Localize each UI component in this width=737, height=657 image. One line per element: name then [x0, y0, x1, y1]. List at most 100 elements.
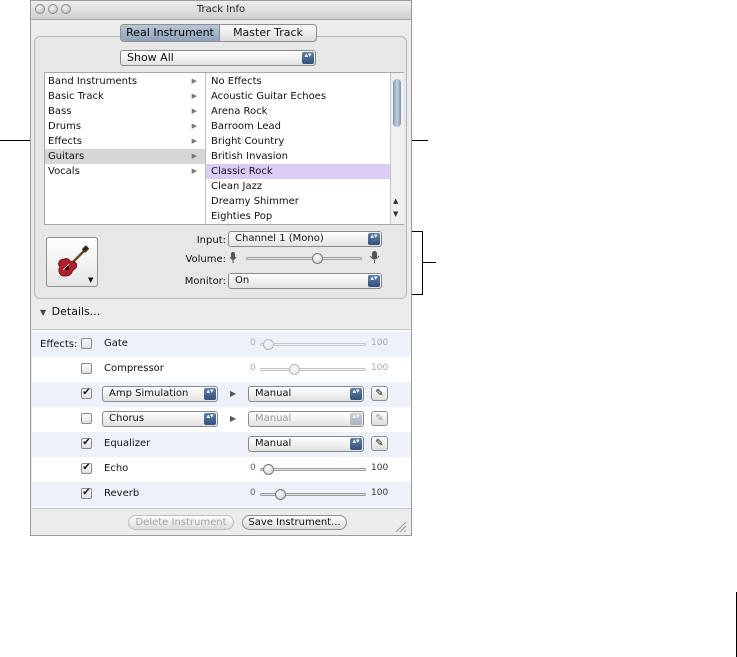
monitor-popup-value: On	[235, 275, 250, 286]
category-item-label: Bass	[48, 106, 72, 117]
preset-item-label: Dreamy Shimmer	[211, 196, 299, 207]
callout-bracket-vertical	[422, 231, 423, 295]
effect-type-popup[interactable]: Chorus ▴▾	[102, 411, 218, 427]
preset-item[interactable]: No Effects	[206, 74, 390, 89]
microphone-high-icon	[369, 251, 380, 263]
preset-item[interactable]: Dreamy Shimmer	[206, 194, 390, 209]
chevron-right-icon: ▶	[191, 137, 197, 145]
category-item[interactable]: Vocals ▶	[45, 164, 205, 179]
chevron-updown-icon: ▴▾	[350, 413, 362, 425]
preset-scrollbar[interactable]: ▲ ▼	[390, 73, 404, 224]
save-instrument-button[interactable]: Save Instrument...	[242, 515, 347, 530]
effect-checkbox[interactable]: ✔	[81, 488, 92, 499]
category-item-label: Effects	[48, 136, 82, 147]
scroll-down-arrow-icon[interactable]: ▼	[393, 210, 398, 218]
preset-item-label: Arena Rock	[211, 106, 268, 117]
disclosure-triangle-icon: ▼	[40, 308, 47, 317]
track-info-window: Track Info Real Instrument Master Track …	[30, 0, 412, 536]
show-all-popup[interactable]: Show All ▴▾	[120, 50, 316, 66]
effect-slider-knob[interactable]	[262, 464, 274, 475]
effect-checkbox[interactable]	[81, 363, 92, 374]
effect-slider-knob[interactable]	[275, 489, 287, 500]
edit-effect-button[interactable]: ✎	[371, 436, 388, 451]
monitor-label: Monitor:	[184, 276, 226, 287]
tab-master-track[interactable]: Master Track	[220, 25, 316, 41]
effect-type-popup-value: Chorus	[109, 413, 145, 424]
effects-label: Effects:	[40, 339, 78, 350]
edit-effect-button[interactable]: ✎	[371, 386, 388, 401]
category-item[interactable]: Effects ▶	[45, 134, 205, 149]
show-all-popup-value: Show All	[127, 51, 174, 64]
chevron-updown-icon: ▴▾	[204, 388, 216, 400]
effect-slider-knob[interactable]	[262, 339, 274, 350]
callout-bracket-tick	[422, 262, 436, 263]
input-popup-value: Channel 1 (Mono)	[235, 233, 324, 244]
effect-preset-popup[interactable]: Manual ▴▾	[248, 386, 364, 402]
edit-effect-button[interactable]: ✎	[371, 411, 388, 426]
effect-name: Gate	[104, 338, 128, 349]
category-item[interactable]: Band Instruments ▶	[45, 74, 205, 89]
disclosure-arrow-icon: ▶	[230, 389, 237, 398]
preset-item-label: British Invasion	[211, 151, 288, 162]
instrument-icon-button[interactable]: ▼	[46, 237, 98, 287]
chevron-right-icon: ▶	[191, 122, 197, 130]
pencil-icon: ✎	[375, 438, 384, 449]
effect-preset-popup[interactable]: Manual ▴▾	[248, 436, 364, 452]
preset-item[interactable]: Classic Rock	[206, 164, 390, 179]
effect-slider-track[interactable]	[260, 368, 366, 371]
preset-item-label: Barroom Lead	[211, 121, 281, 132]
category-item[interactable]: Bass ▶	[45, 104, 205, 119]
category-item[interactable]: Drums ▶	[45, 119, 205, 134]
slider-max-label: 100	[371, 463, 389, 473]
category-item-label: Drums	[48, 121, 82, 132]
effect-slider-knob[interactable]	[288, 364, 300, 375]
effect-type-popup[interactable]: Amp Simulation ▴▾	[102, 386, 218, 402]
effect-checkbox[interactable]: ✔	[81, 388, 92, 399]
input-popup[interactable]: Channel 1 (Mono) ▴▾	[228, 231, 382, 247]
details-disclosure[interactable]: ▼ Details...	[40, 305, 100, 318]
effect-checkbox[interactable]	[81, 413, 92, 424]
effect-row: Compressor 0 100	[32, 357, 411, 382]
volume-slider-track[interactable]	[246, 257, 362, 260]
slider-min-label: 0	[250, 363, 256, 373]
effect-row: ✔ Reverb 0 100	[32, 482, 411, 507]
preset-item-label: Eighties Pop	[211, 211, 273, 222]
scrollbar-thumb[interactable]	[393, 79, 401, 127]
monitor-popup[interactable]: On ▴▾	[228, 273, 382, 289]
effect-row: ✔ Echo 0 100	[32, 457, 411, 482]
effect-slider-track[interactable]	[260, 343, 366, 346]
effect-checkbox[interactable]: ✔	[81, 463, 92, 474]
delete-instrument-button[interactable]: Delete Instrument	[128, 515, 234, 530]
category-item[interactable]: Basic Track ▶	[45, 89, 205, 104]
effect-name: Compressor	[104, 363, 164, 374]
preset-item[interactable]: Clean Jazz	[206, 179, 390, 194]
preset-item-label: Acoustic Guitar Echoes	[211, 91, 327, 102]
details-label: Details...	[51, 305, 101, 318]
preset-item[interactable]: Arena Rock	[206, 104, 390, 119]
pencil-icon: ✎	[375, 413, 384, 424]
preset-item[interactable]: British Invasion	[206, 149, 390, 164]
category-item[interactable]: Guitars ▶	[45, 149, 205, 164]
effect-preset-popup[interactable]: Manual ▴▾	[248, 411, 364, 427]
slider-min-label: 0	[250, 338, 256, 348]
scroll-up-arrow-icon[interactable]: ▲	[393, 197, 398, 205]
category-item-label: Vocals	[48, 166, 80, 177]
resize-grip-icon[interactable]	[393, 519, 407, 533]
effect-slider-track[interactable]	[260, 468, 366, 471]
chevron-updown-icon: ▴▾	[204, 413, 216, 425]
preset-item[interactable]: Bright Country	[206, 134, 390, 149]
effect-checkbox[interactable]	[81, 338, 92, 349]
guitar-icon	[58, 245, 89, 277]
effect-checkbox[interactable]: ✔	[81, 438, 92, 449]
preset-list: No Effects Acoustic Guitar Echoes Arena Ro…	[206, 73, 390, 224]
chevron-right-icon: ▶	[191, 167, 197, 175]
title-bar[interactable]: Track Info	[31, 1, 411, 20]
slider-max-label: 100	[371, 488, 389, 498]
preset-item[interactable]: Barroom Lead	[206, 119, 390, 134]
preset-item[interactable]: Eighties Pop	[206, 209, 390, 224]
preset-item[interactable]: Acoustic Guitar Echoes	[206, 89, 390, 104]
chevron-updown-icon: ▴▾	[368, 275, 380, 287]
disclosure-arrow-icon: ▶	[230, 414, 237, 423]
category-list: Band Instruments ▶ Basic Track ▶ Bass ▶ Drums ▶…	[45, 73, 205, 224]
tab-real-instrument[interactable]: Real Instrument	[121, 25, 220, 41]
